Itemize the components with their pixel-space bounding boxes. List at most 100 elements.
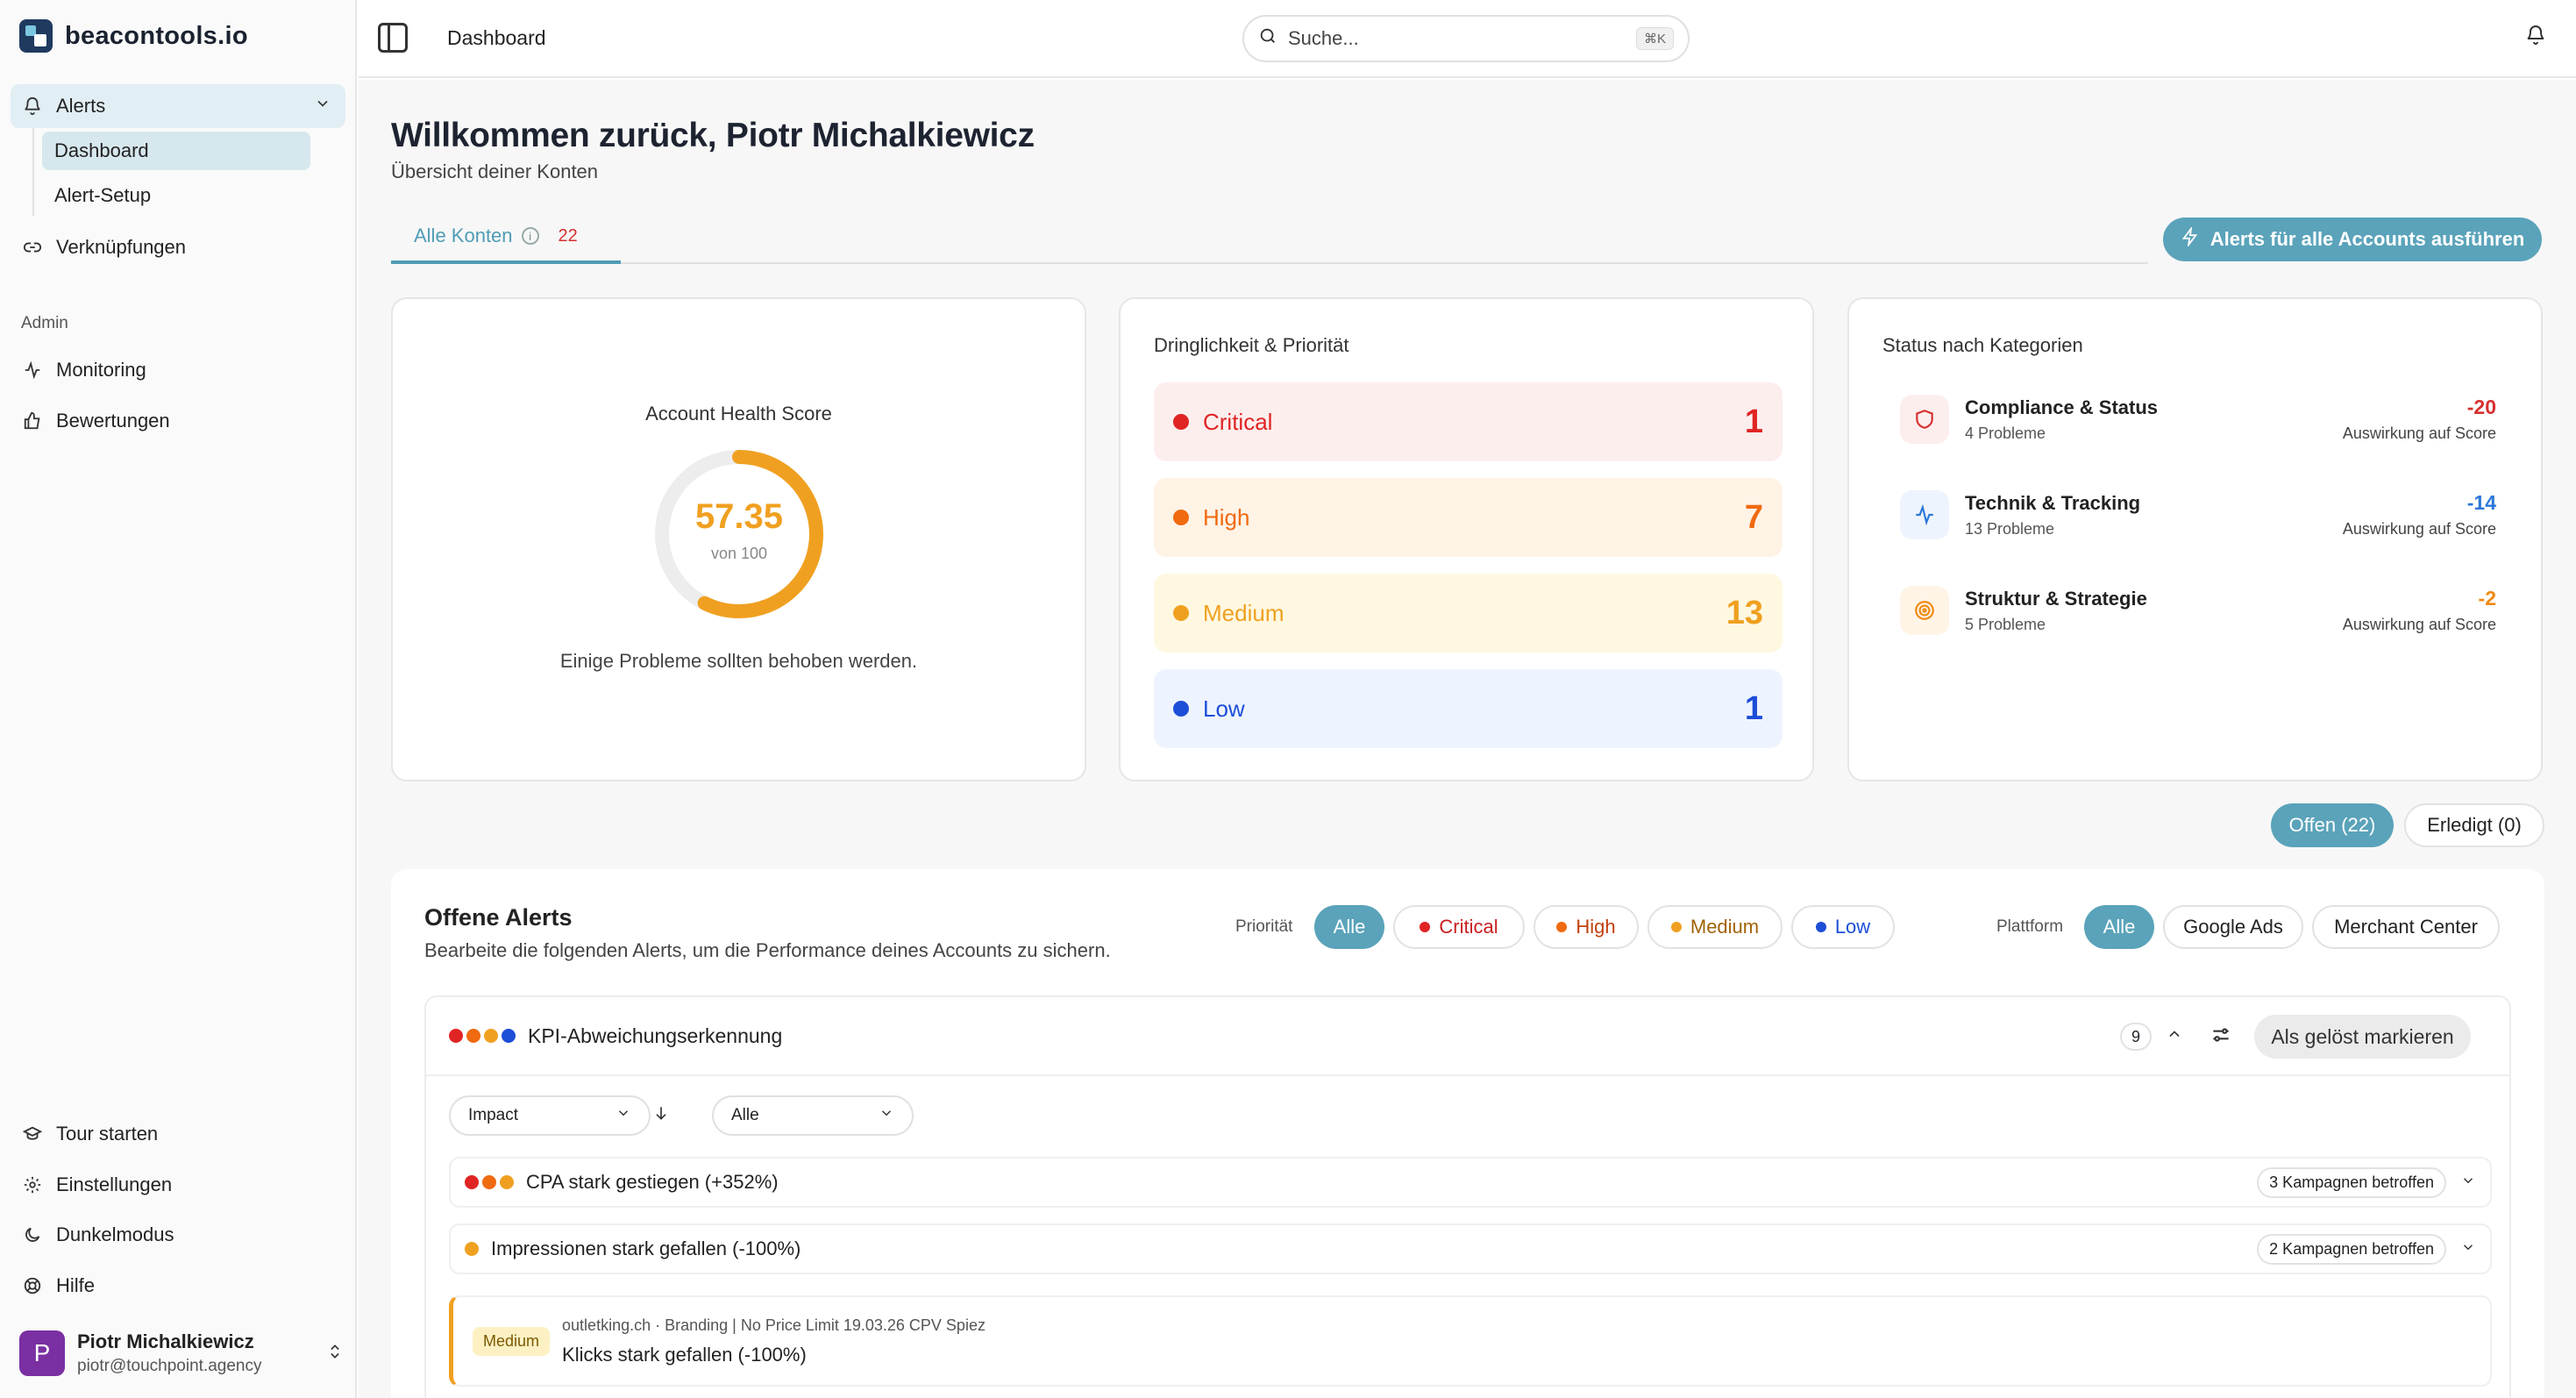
alerts-subtitle: Bearbeite die folgenden Alerts, um die P… — [424, 939, 1111, 961]
alert-row-title: CPA stark gestiegen (+352%) — [526, 1171, 779, 1193]
chevron-down-icon[interactable] — [2460, 1171, 2476, 1194]
sidebar-item-label: Hilfe — [56, 1274, 96, 1296]
sidebar-item-ratings[interactable]: Bewertungen — [11, 399, 345, 443]
category-row-strategy[interactable]: Struktur & Strategie 5 Probleme -2 Auswi… — [1900, 580, 2496, 641]
filter-done-button[interactable]: Erledigt (0) — [2404, 803, 2544, 847]
sort-select[interactable]: Impact — [449, 1095, 651, 1136]
graduation-cap-icon — [21, 1123, 44, 1145]
category-impact-value: -2 — [2478, 587, 2496, 610]
sidebar-item-settings[interactable]: Einstellungen — [11, 1163, 345, 1207]
platform-filter-merchant-center[interactable]: Merchant Center — [2312, 905, 2500, 949]
category-impact-label: Auswirkung auf Score — [2342, 520, 2496, 538]
alert-detail-item[interactable]: Medium outletking.ch · Branding | No Pri… — [449, 1295, 2492, 1387]
severity-tag: Medium — [473, 1326, 551, 1356]
category-name: Compliance & Status — [1965, 396, 2159, 418]
moon-icon — [21, 1223, 44, 1246]
activity-icon — [1900, 490, 1949, 539]
topbar: Dashboard Suche... ⌘K — [359, 0, 2576, 78]
severity-dots — [465, 1242, 479, 1256]
health-score-message: Einige Probleme sollten behoben werden. — [559, 650, 918, 672]
tab-all-accounts[interactable]: Alle Konten i 22 — [391, 211, 621, 264]
avatar: P — [19, 1330, 65, 1376]
sidebar-item-links[interactable]: Verknüpfungen — [11, 225, 345, 269]
user-menu[interactable]: P Piotr Michalkiewicz piotr@touchpoint.a… — [19, 1328, 344, 1379]
health-score-gauge: 57.35 von 100 — [651, 446, 827, 622]
lifebuoy-icon — [21, 1274, 44, 1297]
priority-row-medium[interactable]: Medium 13 — [1154, 574, 1783, 653]
priority-filter-high[interactable]: High — [1534, 905, 1639, 949]
run-alerts-button[interactable]: Alerts für alle Accounts ausführen — [2163, 218, 2542, 261]
category-row-tracking[interactable]: Technik & Tracking 13 Probleme -14 Auswi… — [1900, 484, 2496, 546]
priority-count: 1 — [1744, 689, 1763, 727]
sidebar-item-help[interactable]: Hilfe — [11, 1264, 345, 1308]
sliders-icon[interactable] — [2210, 1024, 2232, 1051]
priority-row-low[interactable]: Low 1 — [1154, 669, 1783, 748]
severity-dots — [465, 1175, 514, 1189]
alert-group-header[interactable]: KPI-Abweichungserkennung — [426, 997, 2509, 1076]
info-icon[interactable]: i — [521, 227, 539, 245]
priority-row-high[interactable]: High 7 — [1154, 478, 1783, 557]
priority-filter-critical[interactable]: Critical — [1393, 905, 1525, 949]
priority-filter-low[interactable]: Low — [1791, 905, 1895, 949]
alert-row[interactable]: CPA stark gestiegen (+352%) 3 Kampagnen … — [449, 1157, 2492, 1208]
sidebar-item-tour[interactable]: Tour starten — [11, 1112, 345, 1156]
activity-icon — [21, 359, 44, 382]
filter-open-button[interactable]: Offen (22) — [2271, 803, 2394, 847]
arrow-down-icon[interactable] — [652, 1104, 670, 1127]
alert-row-badge: 3 Kampagnen betroffen — [2257, 1166, 2446, 1198]
categories-card: Status nach Kategorien Compliance & Stat… — [1847, 297, 2543, 781]
breadcrumb[interactable]: Dashboard — [447, 26, 546, 50]
chevron-down-icon[interactable] — [314, 95, 331, 118]
priority-label: Critical — [1203, 408, 1273, 435]
notifications-bell-icon[interactable] — [2525, 25, 2546, 50]
alerts-title: Offene Alerts — [424, 904, 573, 931]
page-subtitle: Übersicht deiner Konten — [391, 160, 599, 182]
platform-filter-all[interactable]: Alle — [2084, 905, 2154, 949]
alert-row[interactable]: Impressionen stark gefallen (-100%) 2 Ka… — [449, 1223, 2492, 1274]
sidebar-item-monitoring[interactable]: Monitoring — [11, 348, 345, 392]
priority-count: 1 — [1744, 403, 1763, 440]
section-label-admin: Admin — [21, 314, 68, 332]
chevron-down-icon[interactable] — [2460, 1238, 2476, 1260]
bell-icon — [21, 95, 44, 118]
filter-label: High — [1576, 916, 1616, 938]
category-name: Technik & Tracking — [1965, 491, 2141, 514]
logo-icon — [19, 19, 53, 53]
alert-group-count: 9 — [2120, 1023, 2152, 1051]
priority-dot — [1173, 414, 1189, 430]
category-impact-value: -14 — [2466, 491, 2496, 514]
sidebar-item-darkmode[interactable]: Dunkelmodus — [11, 1213, 345, 1257]
sidebar-item-label: Bewertungen — [56, 410, 170, 432]
sidebar-item-alert-setup[interactable]: Alert-Setup — [42, 176, 310, 215]
link-icon — [21, 236, 44, 259]
sidebar: beacontools.io Alerts Dashboard Alert-Se… — [0, 0, 357, 1398]
priority-dot — [1173, 510, 1189, 525]
gear-icon — [21, 1173, 44, 1196]
low-dot — [1815, 922, 1826, 932]
sidebar-toggle-icon[interactable] — [378, 23, 408, 53]
sidebar-item-alerts[interactable]: Alerts — [11, 84, 345, 128]
run-alerts-label: Alerts für alle Accounts ausführen — [2210, 228, 2525, 250]
platform-filter-google-ads[interactable]: Google Ads — [2163, 905, 2303, 949]
priority-label: Low — [1203, 695, 1245, 722]
filter-select[interactable]: Alle — [712, 1095, 914, 1136]
open-alerts-panel: Offene Alerts Bearbeite die folgenden Al… — [391, 869, 2544, 1398]
sidebar-item-label: Monitoring — [56, 359, 146, 381]
logo[interactable]: beacontools.io — [19, 19, 248, 53]
priority-card: Dringlichkeit & Priorität Critical 1 Hig… — [1119, 297, 1814, 781]
search-input[interactable]: Suche... ⌘K — [1242, 15, 1690, 62]
mark-resolved-button[interactable]: Als gelöst markieren — [2254, 1015, 2471, 1059]
category-count: 4 Probleme — [1965, 424, 2046, 442]
submenu-line — [32, 128, 34, 216]
page-title: Willkommen zurück, Piotr Michalkiewicz — [391, 117, 1035, 154]
priority-filter-all[interactable]: Alle — [1314, 905, 1384, 949]
priority-filter-medium[interactable]: Medium — [1647, 905, 1783, 949]
chevron-down-icon — [879, 1105, 894, 1126]
sidebar-item-dashboard[interactable]: Dashboard — [42, 132, 310, 170]
chevron-up-icon[interactable] — [2166, 1025, 2183, 1048]
priority-row-critical[interactable]: Critical 1 — [1154, 382, 1783, 461]
main-content: Willkommen zurück, Piotr Michalkiewicz Ü… — [359, 80, 2576, 1398]
search-shortcut: ⌘K — [1635, 27, 1674, 50]
alert-detail-meta: outletking.ch · Branding | No Price Limi… — [562, 1316, 986, 1334]
category-row-compliance[interactable]: Compliance & Status 4 Probleme -20 Auswi… — [1900, 389, 2496, 450]
